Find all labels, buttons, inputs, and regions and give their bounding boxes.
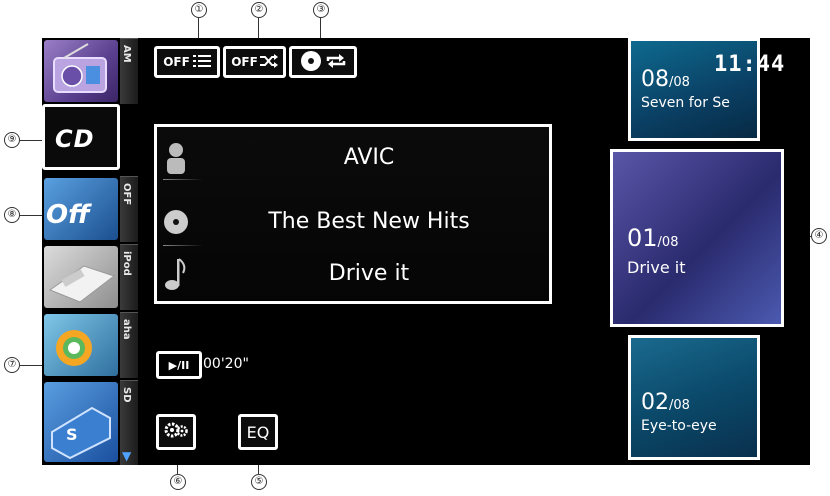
eq-button[interactable]: EQ	[238, 414, 278, 450]
source-tab-label: aha	[121, 319, 132, 340]
source-tab-label: OFF	[121, 183, 132, 206]
tile-track-total: /08	[669, 398, 690, 413]
tile-track-name: Seven for Se	[641, 95, 730, 111]
settings-button[interactable]	[156, 414, 196, 450]
source-cd[interactable]: CD	[42, 104, 138, 170]
tile-track-total: /08	[657, 235, 679, 250]
source-tab-label: AM	[121, 45, 132, 63]
callout-4: ④	[811, 228, 827, 244]
album-disc-icon	[163, 205, 189, 239]
current-track-tile[interactable]: 01/08 Drive it	[610, 149, 784, 327]
repeat-range-button[interactable]	[289, 46, 357, 78]
artist-name: AVIC	[343, 145, 395, 170]
svg-text:S: S	[66, 425, 78, 444]
artist-row: AVIC	[157, 133, 549, 183]
divider	[163, 179, 203, 180]
random-play-button[interactable]: OFF	[223, 46, 286, 78]
radio-icon	[44, 40, 118, 102]
tile-track-number: 02	[641, 390, 669, 415]
play-pause-button[interactable]: ▶/II	[156, 351, 202, 379]
callout-7: ⑦	[4, 357, 20, 373]
source-sd[interactable]: S SD ▼	[42, 380, 138, 465]
source-aha[interactable]: aha	[42, 312, 138, 378]
album-title: The Best New Hits	[268, 209, 470, 234]
tile-track-total: /08	[669, 75, 690, 90]
callout-9-leader	[20, 140, 42, 141]
gear-icon	[164, 421, 188, 443]
callout-9: ⑨	[4, 132, 20, 148]
callout-3: ③	[313, 2, 329, 18]
sd-card-icon: S	[44, 382, 118, 462]
divider	[163, 245, 203, 246]
scan-off-label: OFF	[163, 55, 190, 69]
track-title: Drive it	[328, 261, 410, 286]
tile-track-number: 01	[627, 224, 658, 252]
source-tab-label: SD	[121, 387, 132, 403]
clock: 11:44	[714, 52, 786, 77]
next-track-tile[interactable]: 02/08 Eye-to-eye	[628, 335, 760, 460]
callout-5: ⑤	[251, 474, 267, 490]
aha-icon	[44, 314, 118, 376]
source-am[interactable]: AM	[42, 38, 138, 104]
tile-track-name: Drive it	[627, 258, 686, 277]
tile-track-number: 08	[641, 67, 669, 92]
elapsed-time: 00'20"	[203, 356, 249, 372]
music-note-icon	[163, 257, 189, 291]
callout-8: ⑧	[4, 207, 20, 223]
ipod-connector-icon	[44, 246, 118, 308]
tile-track-name: Eye-to-eye	[641, 418, 717, 434]
callout-2: ②	[251, 2, 267, 18]
track-row: Drive it	[157, 249, 549, 299]
shuffle-icon	[259, 53, 278, 71]
source-sidebar: AM CD Off OFF iPod aha S SD ▼	[42, 38, 138, 465]
callout-6: ⑥	[170, 474, 186, 490]
disc-icon	[300, 50, 322, 75]
scan-play-button[interactable]: OFF	[154, 46, 220, 78]
av-source-screen: AM CD Off OFF iPod aha S SD ▼ OFF OFF AV…	[42, 38, 810, 465]
album-row: The Best New Hits	[157, 197, 549, 247]
source-tab-label: iPod	[121, 251, 132, 276]
cd-label: CD	[55, 125, 95, 153]
more-sources-chevron-icon[interactable]: ▼	[122, 449, 131, 463]
off-label: Off	[46, 200, 90, 230]
random-off-label: OFF	[231, 55, 258, 69]
source-ipod[interactable]: iPod	[42, 244, 138, 310]
artist-icon	[163, 141, 189, 175]
list-icon	[192, 54, 211, 71]
source-off[interactable]: Off OFF	[42, 176, 138, 242]
repeat-icon	[326, 53, 346, 72]
track-info-panel[interactable]: AVIC The Best New Hits Drive it	[154, 124, 552, 304]
callout-1: ①	[191, 2, 207, 18]
